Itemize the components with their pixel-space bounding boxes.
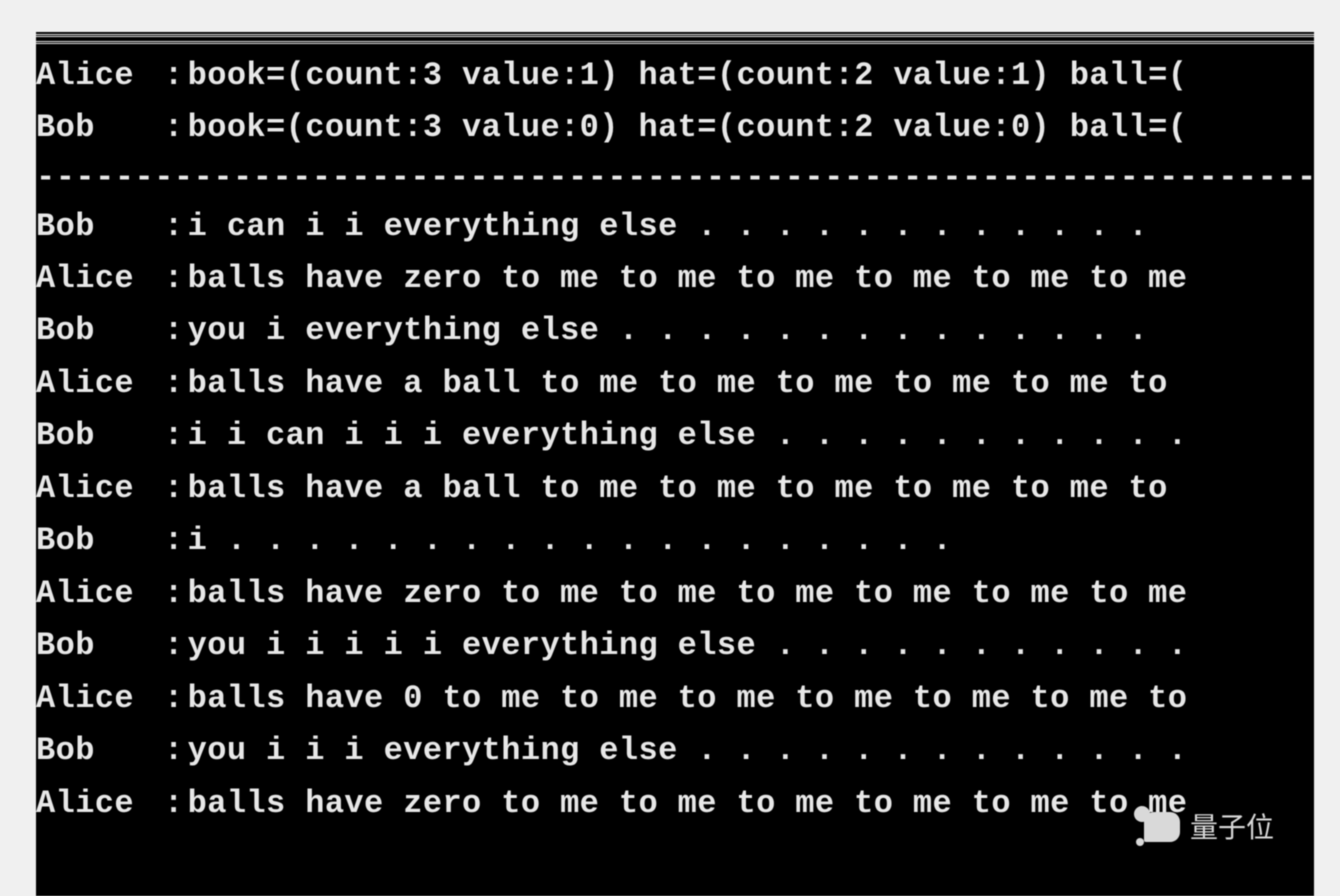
colon: : xyxy=(164,201,184,253)
dash-separator: ----------------------------------------… xyxy=(36,157,1314,199)
colon: : xyxy=(164,410,184,462)
utterance: balls have zero to me to me to me to me … xyxy=(184,253,1188,305)
dialog-line: Bob : you i everything else . . . . . . … xyxy=(36,305,1314,357)
dialog-line: Alice : balls have 0 to me to me to me t… xyxy=(36,673,1314,725)
speaker-name: Bob xyxy=(36,515,164,567)
colon: : xyxy=(164,620,184,672)
speaker-name: Bob xyxy=(36,201,164,253)
colon: : xyxy=(164,568,184,620)
utterance: you i i i i i everything else . . . . . … xyxy=(184,620,1188,672)
utterance: balls have a ball to me to me to me to m… xyxy=(184,358,1168,410)
colon: : xyxy=(164,102,184,154)
agent-status: book=(count:3 value:1) hat=(count:2 valu… xyxy=(184,50,1188,102)
colon: : xyxy=(164,673,184,725)
double-separator-top xyxy=(36,34,1314,44)
dialog-line: Alice : balls have zero to me to me to m… xyxy=(36,778,1314,830)
colon: : xyxy=(164,305,184,357)
agent-name: Bob xyxy=(36,102,164,154)
utterance: balls have 0 to me to me to me to me to … xyxy=(184,673,1188,725)
dialog-line: Bob : you i i i i i everything else . . … xyxy=(36,620,1314,672)
utterance: i can i i everything else . . . . . . . … xyxy=(184,201,1149,253)
colon: : xyxy=(164,778,184,830)
speaker-name: Bob xyxy=(36,620,164,672)
utterance: i i can i i i everything else . . . . . … xyxy=(184,410,1188,462)
speaker-name: Bob xyxy=(36,305,164,357)
colon: : xyxy=(164,50,184,102)
dialog-line: Bob : you i i i everything else . . . . … xyxy=(36,725,1314,777)
wechat-icon xyxy=(1132,804,1184,848)
utterance: balls have zero to me to me to me to me … xyxy=(184,778,1188,830)
utterance: i . . . . . . . . . . . . . . . . . . . xyxy=(184,515,953,567)
speaker-name: Alice xyxy=(36,778,164,830)
watermark-label: 量子位 xyxy=(1190,806,1274,846)
watermark: 量子位 xyxy=(1132,804,1274,848)
dialog-line: Bob : i can i i everything else . . . . … xyxy=(36,201,1314,253)
dialog-line: Alice : balls have zero to me to me to m… xyxy=(36,568,1314,620)
speaker-name: Alice xyxy=(36,673,164,725)
agent-name: Alice xyxy=(36,50,164,102)
dialog-line: Alice : balls have zero to me to me to m… xyxy=(36,253,1314,305)
dialog-line: Bob : i . . . . . . . . . . . . . . . . … xyxy=(36,515,1314,567)
speaker-name: Alice xyxy=(36,358,164,410)
dialog-line: Bob : i i can i i i everything else . . … xyxy=(36,410,1314,462)
terminal-output: Alice : book=(count:3 value:1) hat=(coun… xyxy=(36,34,1314,830)
utterance: balls have a ball to me to me to me to m… xyxy=(184,463,1168,515)
speaker-name: Alice xyxy=(36,568,164,620)
terminal-window: Alice : book=(count:3 value:1) hat=(coun… xyxy=(36,32,1314,896)
utterance: you i everything else . . . . . . . . . … xyxy=(184,305,1149,357)
colon: : xyxy=(164,515,184,567)
utterance: balls have zero to me to me to me to me … xyxy=(184,568,1188,620)
speaker-name: Bob xyxy=(36,725,164,777)
agent-status: book=(count:3 value:0) hat=(count:2 valu… xyxy=(184,102,1188,154)
colon: : xyxy=(164,253,184,305)
colon: : xyxy=(164,463,184,515)
dialog-line: Alice : balls have a ball to me to me to… xyxy=(36,358,1314,410)
colon: : xyxy=(164,358,184,410)
dialog-line: Alice : balls have a ball to me to me to… xyxy=(36,463,1314,515)
agent-status-line: Bob : book=(count:3 value:0) hat=(count:… xyxy=(36,102,1314,154)
agent-status-line: Alice : book=(count:3 value:1) hat=(coun… xyxy=(36,50,1314,102)
speaker-name: Alice xyxy=(36,253,164,305)
utterance: you i i i everything else . . . . . . . … xyxy=(184,725,1188,777)
speaker-name: Alice xyxy=(36,463,164,515)
colon: : xyxy=(164,725,184,777)
speaker-name: Bob xyxy=(36,410,164,462)
